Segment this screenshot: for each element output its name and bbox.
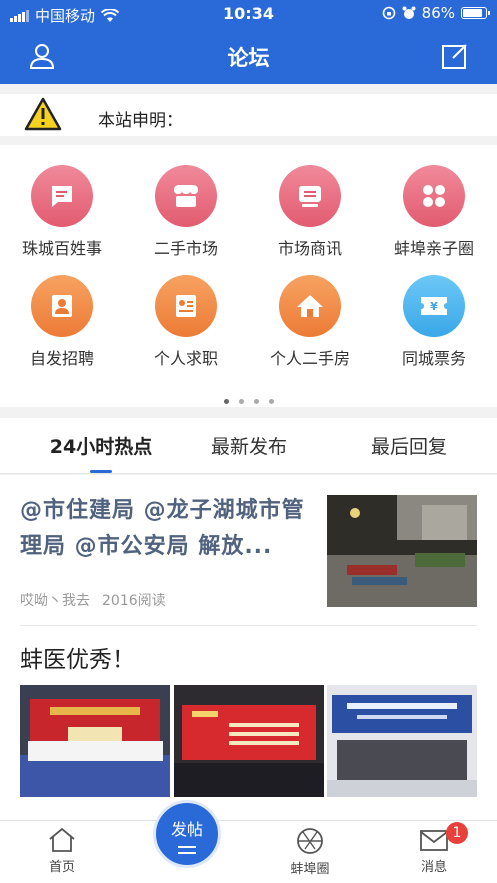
category-item[interactable]: 自发招聘 <box>0 275 124 369</box>
bottom-nav: 首页 蚌埠圈 消息 <box>0 820 497 883</box>
page-title: 论坛 <box>227 46 270 70</box>
status-bar: 中国移动 10:34 86% <box>0 0 497 28</box>
rotation-lock-icon <box>382 6 395 20</box>
category-item[interactable]: 珠城百姓事 <box>0 165 124 259</box>
category-label: 同城票务 <box>401 349 466 368</box>
category-label: 珠城百姓事 <box>21 239 102 258</box>
status-right: 86% <box>382 4 490 22</box>
post-button-label: 发帖 <box>170 820 203 839</box>
battery-icon <box>461 7 490 19</box>
post-image <box>20 685 170 797</box>
post-thumbnail <box>327 495 477 607</box>
category-label: 市场商讯 <box>277 239 342 258</box>
alarm-icon <box>402 6 416 19</box>
post-item[interactable]: 蚌医优秀！ <box>20 640 477 797</box>
category-label: 蚌埠亲子圈 <box>393 239 474 258</box>
screen-icon <box>279 165 341 227</box>
post-title: @市住建局 @龙子湖城市管理局 @市公安局 解放... <box>20 498 305 559</box>
tab-last-reply[interactable]: 最后回复 <box>326 432 492 459</box>
person-icon <box>31 275 93 337</box>
pager-dot[interactable] <box>253 399 259 404</box>
category-item[interactable]: 个人二手房 <box>248 275 372 369</box>
warning-icon <box>24 97 62 131</box>
clover-icon <box>403 165 465 227</box>
pager-dots[interactable] <box>0 389 497 408</box>
pager-dot[interactable] <box>268 399 274 404</box>
menu-icon <box>178 846 196 854</box>
notice-text: 本站申明： <box>98 111 183 131</box>
post-button[interactable]: 发帖 <box>153 800 221 868</box>
message-icon <box>31 165 93 227</box>
svg-text:¥: ¥ <box>430 300 438 313</box>
post-views: 2016阅读 <box>102 593 166 609</box>
category-grid: 珠城百姓事 二手市场 市场商讯 蚌埠亲子圈 自发招聘 个人求职 个人二手房 ¥ … <box>0 145 497 407</box>
compose-icon[interactable] <box>441 42 469 70</box>
post-image <box>327 685 477 797</box>
tab-latest[interactable]: 最新发布 <box>166 432 332 459</box>
category-item[interactable]: ¥ 同城票务 <box>372 275 496 369</box>
house-icon <box>279 275 341 337</box>
nav-circle-label: 蚌埠圈 <box>290 862 330 877</box>
home-icon <box>49 827 75 852</box>
nav-home[interactable]: 首页 <box>17 827 107 875</box>
feed-tabs: 24小时热点 最新发布 最后回复 <box>0 418 497 474</box>
post-image-row <box>20 685 477 797</box>
mail-icon <box>420 830 448 851</box>
shop-icon <box>155 165 217 227</box>
category-item[interactable]: 市场商讯 <box>248 165 372 259</box>
category-label: 个人求职 <box>153 349 218 368</box>
category-label: 个人二手房 <box>269 349 350 368</box>
nav-circle[interactable]: 蚌埠圈 <box>265 827 355 877</box>
post-image <box>174 685 324 797</box>
resume-icon <box>155 275 217 337</box>
category-item[interactable]: 个人求职 <box>124 275 248 369</box>
post-feed: @市住建局 @龙子湖城市管理局 @市公安局 解放... 哎呦丶我去 2016阅读 … <box>0 475 497 820</box>
category-label: 自发招聘 <box>29 349 94 368</box>
category-item[interactable]: 二手市场 <box>124 165 248 259</box>
tab-hot[interactable]: 24小时热点 <box>18 432 184 459</box>
pager-dot[interactable] <box>238 399 244 404</box>
post-item[interactable]: @市住建局 @龙子湖城市管理局 @市公安局 解放... 哎呦丶我去 2016阅读 <box>20 493 477 626</box>
pager-dot[interactable] <box>223 399 229 404</box>
post-meta: 哎呦丶我去 2016阅读 <box>20 590 166 610</box>
ticket-icon: ¥ <box>403 275 465 337</box>
nav-home-label: 首页 <box>48 860 75 875</box>
category-item[interactable]: 蚌埠亲子圈 <box>372 165 496 259</box>
aperture-icon <box>297 828 323 854</box>
post-title: 蚌医优秀！ <box>20 647 135 673</box>
nav-bar: 论坛 <box>0 28 497 84</box>
message-badge: 1 <box>446 822 468 844</box>
nav-messages-label: 消息 <box>420 860 447 875</box>
battery-percent: 86% <box>421 4 455 22</box>
active-tab-indicator <box>90 470 112 473</box>
post-author: 哎呦丶我去 <box>20 593 90 609</box>
notice-bar[interactable]: 本站申明： <box>0 94 497 136</box>
category-label: 二手市场 <box>153 239 218 258</box>
